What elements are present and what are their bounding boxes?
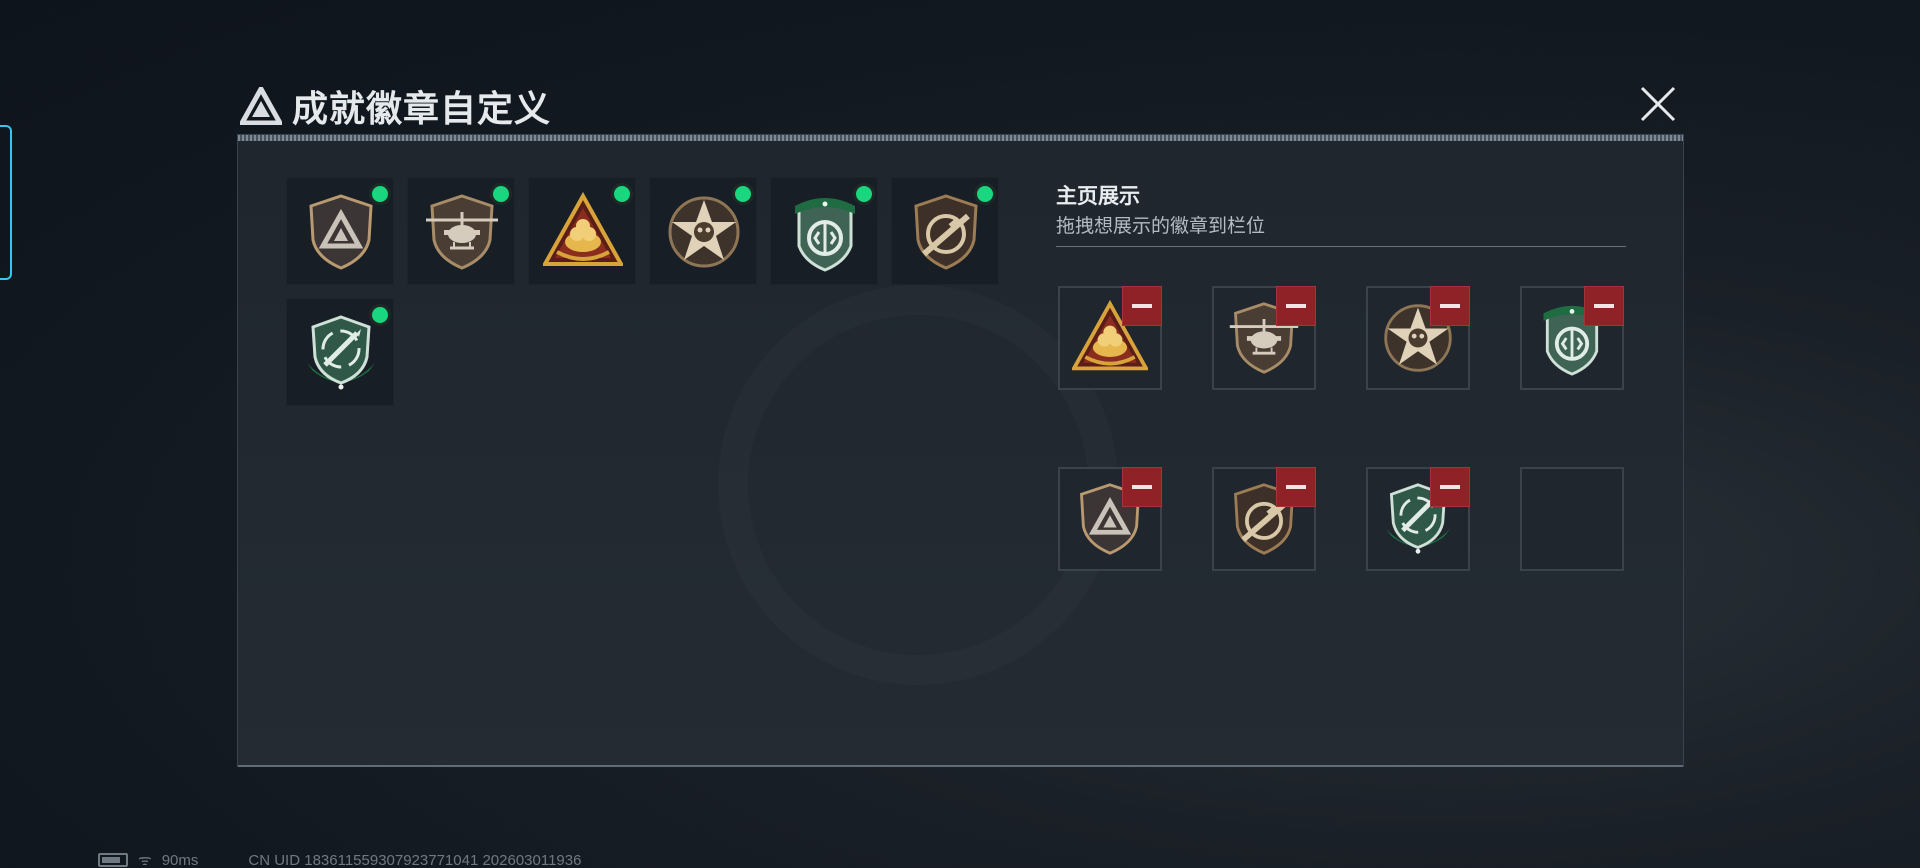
owned-badge-slot[interactable] [891,177,999,285]
page-title: 成就徽章自定义 [292,88,552,129]
new-indicator [732,183,754,205]
minus-icon[interactable] [1584,286,1624,326]
title-bar: 成就徽章自定义 [240,80,551,132]
owned-badge-slot[interactable] [770,177,878,285]
minus-icon[interactable] [1430,467,1470,507]
showcase-slot[interactable] [1212,286,1316,390]
new-indicator [853,183,875,205]
helicopter-shield-badge-icon [422,192,502,272]
battery-icon [98,853,128,867]
new-indicator [611,183,633,205]
skull-star-badge-icon [664,192,744,272]
owned-badge-slot[interactable] [286,177,394,285]
owned-badge-slot[interactable] [649,177,757,285]
uid-text: CN UID 18361155930792377104​1 2026030119… [248,851,582,868]
new-indicator [490,183,512,205]
minus-icon[interactable] [1122,286,1162,326]
new-indicator [369,183,391,205]
minus-icon[interactable] [1430,286,1470,326]
showcase-slot-empty[interactable] [1520,467,1624,571]
minus-icon[interactable] [1122,467,1162,507]
showcase-slot[interactable] [1058,467,1162,571]
status-bar: ᯤ 90ms CN UID 18361155930792377104​1 202… [98,850,581,868]
minus-icon[interactable] [1276,467,1316,507]
divider [1056,246,1626,247]
side-panel-edge [0,125,12,280]
green-missile-badge-icon [301,313,381,393]
delta-shield-badge-icon [301,192,381,272]
ping-value: 90ms [161,851,199,868]
showcase-slot[interactable] [1520,286,1624,390]
golden-nest-triangle-badge-icon [543,192,623,272]
rifle-crosshair-badge-icon [906,192,986,272]
wifi-icon: ᯤ [138,852,152,868]
close-icon[interactable] [1638,84,1678,124]
showcase-subtitle: 拖拽想展示的徽章到栏位 [1056,216,1266,237]
delta-triangle-icon [240,87,282,125]
showcase-title: 主页展示 [1056,185,1140,208]
owned-badge-slot[interactable] [286,298,394,406]
showcase-slot[interactable] [1366,467,1470,571]
owned-badge-slot[interactable] [528,177,636,285]
green-crest-badge-icon [785,192,865,272]
owned-badge-slot[interactable] [407,177,515,285]
new-indicator [369,304,391,326]
showcase-slot[interactable] [1366,286,1470,390]
minus-icon[interactable] [1276,286,1316,326]
showcase-slot[interactable] [1212,467,1316,571]
new-indicator [974,183,996,205]
showcase-slot[interactable] [1058,286,1162,390]
